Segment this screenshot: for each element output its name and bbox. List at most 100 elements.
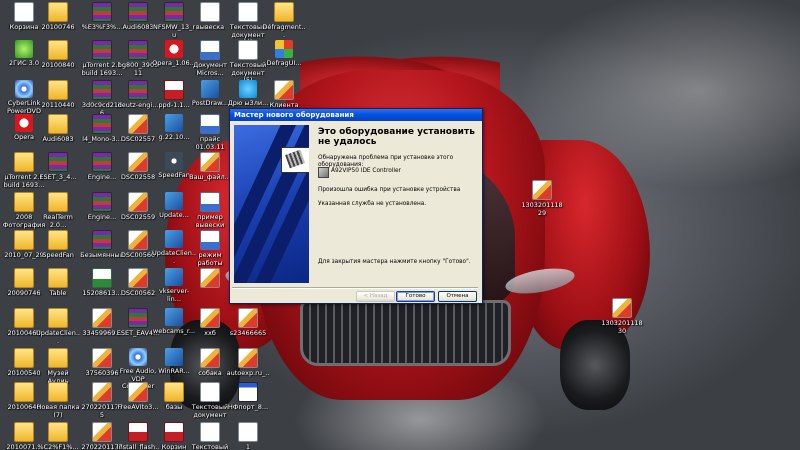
- rar-icon: [48, 152, 68, 172]
- desktop-icon-label: SpeedFan: [42, 252, 74, 259]
- doc-icon: [14, 2, 34, 22]
- rar-icon: [92, 80, 112, 100]
- jpg-icon: [200, 268, 220, 288]
- rar-icon: [128, 2, 148, 22]
- opera-icon: [15, 114, 33, 132]
- rar-icon: [92, 230, 112, 250]
- rar-icon: [92, 152, 112, 172]
- word-icon: [200, 114, 220, 134]
- wallpaper-car-grille: [300, 300, 511, 366]
- folder-icon: [14, 192, 34, 212]
- problem-text: Обнаружена проблема при установке этого …: [318, 155, 454, 168]
- cd-icon: [15, 80, 33, 98]
- rar-icon: [128, 40, 148, 60]
- folder-icon: [48, 40, 68, 60]
- folder-icon: [14, 268, 34, 288]
- pdf-icon: [164, 80, 184, 100]
- doc-icon: [238, 40, 258, 60]
- wizard-sidebar-art: [234, 125, 309, 283]
- jpg-icon: [128, 268, 148, 288]
- back-button[interactable]: < Назад: [356, 291, 395, 302]
- jpg-icon: [128, 382, 148, 402]
- new-hardware-wizard-dialog: Мастер нового оборудования Это оборудова…: [229, 108, 483, 304]
- folder-icon: [48, 114, 68, 134]
- folder-icon: [14, 152, 34, 172]
- folder-icon: [48, 422, 68, 442]
- finish-button[interactable]: Готово: [396, 291, 435, 302]
- app-icon: [165, 268, 183, 286]
- folder-icon: [48, 308, 68, 328]
- folder-icon: [274, 2, 294, 22]
- app-icon: [165, 230, 183, 248]
- desktop-icon-label: 20100746: [41, 24, 75, 31]
- jpg-icon: [92, 348, 112, 368]
- doc-icon: [200, 2, 220, 22]
- cancel-button[interactable]: Отмена: [438, 291, 477, 302]
- folder-icon: [14, 230, 34, 250]
- word-icon: [200, 40, 220, 60]
- desktop-icon[interactable]: 130320111829: [520, 180, 564, 226]
- close-hint: Для закрытия мастера нажмите кнопку "Гот…: [318, 259, 471, 265]
- rar-icon: [92, 114, 112, 134]
- jpg-icon: [274, 80, 294, 100]
- jpg-icon: [532, 180, 552, 200]
- device-name: A92VIP50 IDE Controller: [331, 168, 401, 174]
- jpg-icon: [612, 298, 632, 318]
- jpg-icon: [200, 348, 220, 368]
- dialog-divider: [232, 287, 478, 289]
- desktop-icon[interactable]: 130320111830: [600, 298, 644, 344]
- desktop-icon-label: 130320111830: [601, 320, 643, 335]
- folder-icon: [14, 308, 34, 328]
- doc-icon: [200, 422, 220, 442]
- rar-icon: [164, 2, 184, 22]
- service-text: Указанная служба не установлена.: [318, 201, 427, 207]
- desktop-icon-label: пример вывески: [195, 214, 225, 229]
- folder-icon: [48, 2, 68, 22]
- desktop-icon-label: 20100840: [41, 62, 75, 69]
- folder-icon: [48, 348, 68, 368]
- jpg-icon: [92, 422, 112, 442]
- green-icon: [15, 40, 33, 58]
- rar-icon: [92, 2, 112, 22]
- desktop-icon-label: RealTerm 2.0...: [43, 214, 73, 229]
- desktop-icon-label: Table: [49, 290, 67, 297]
- desktop-icon-label: НФпорт_8...: [227, 404, 269, 411]
- pdf-icon: [128, 422, 148, 442]
- dialog-title[interactable]: Мастер нового оборудования: [230, 109, 482, 121]
- fan-icon: [165, 152, 183, 170]
- wizard-heading: Это оборудование установить не удалось: [318, 127, 475, 147]
- desktop-icon-label: Défragment...: [262, 24, 306, 39]
- folder-icon: [14, 422, 34, 442]
- jpg-icon: [200, 308, 220, 328]
- skype-icon: [239, 80, 257, 98]
- jpg-icon: [92, 308, 112, 328]
- desktop-icon[interactable]: %C2%F1%...: [36, 422, 80, 450]
- jpg-icon: [128, 192, 148, 212]
- opera-icon: [165, 40, 183, 58]
- folder-icon: [48, 268, 68, 288]
- desktop-icon-label: s23466665: [229, 330, 267, 337]
- jpg-icon: [238, 348, 258, 368]
- jpg-icon: [128, 230, 148, 250]
- jpg-icon: [200, 152, 220, 172]
- rar-icon: [128, 80, 148, 100]
- jpg-icon: [92, 382, 112, 402]
- desktop-icon-label: 20110440: [41, 102, 75, 109]
- error-text: Произошла ошибка при установке устройств…: [318, 187, 461, 193]
- desktop-icon-label: Новая папка (7): [36, 404, 80, 419]
- app-icon: [165, 308, 183, 326]
- desktop-icon-label: DefragUI...: [266, 60, 302, 67]
- desktop-icon-label: Audi6083: [42, 136, 74, 143]
- device-icon: [318, 167, 329, 178]
- multi-icon: [275, 40, 293, 58]
- app-icon: [165, 114, 183, 132]
- desktop-icon[interactable]: 1: [226, 422, 270, 450]
- folder-icon: [14, 348, 34, 368]
- desktop-icon-label: Ваш_файл...: [189, 174, 231, 181]
- folder-icon: [164, 382, 184, 402]
- desktop-icon-label: режим работы: [197, 252, 223, 267]
- word-icon: [200, 192, 220, 212]
- desktop-icon-label: прайс 01.03.11: [195, 136, 225, 151]
- folder-icon: [48, 192, 68, 212]
- rar-icon: [92, 192, 112, 212]
